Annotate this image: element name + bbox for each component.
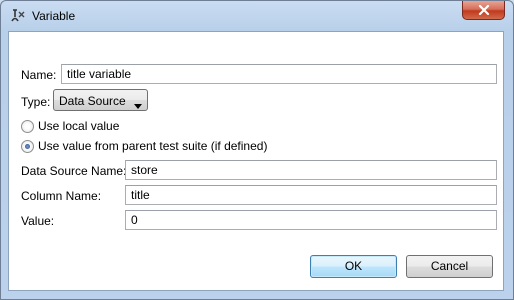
type-select[interactable]: Data Source — [53, 89, 148, 111]
chevron-down-icon — [134, 98, 142, 112]
close-button[interactable] — [462, 1, 505, 20]
value-label: Value: — [21, 214, 55, 228]
radio-selected-dot — [25, 144, 30, 149]
dialog-body: Name: Type: Data Source Use local value … — [8, 31, 504, 291]
value-field[interactable] — [125, 210, 497, 230]
type-label: Type: — [21, 95, 51, 109]
window-title: Variable — [32, 9, 76, 23]
variable-icon — [10, 8, 26, 24]
name-label: Name: — [21, 68, 57, 82]
cancel-button[interactable]: Cancel — [406, 255, 493, 278]
data-source-name-field[interactable] — [125, 160, 497, 180]
column-name-field[interactable] — [125, 185, 497, 205]
data-source-name-label: Data Source Name: — [21, 164, 127, 178]
type-select-value: Data Source — [59, 94, 126, 108]
radio-use-parent[interactable] — [21, 140, 34, 153]
ok-button[interactable]: OK — [310, 255, 397, 278]
dialog-window: Variable Name: Type: Data Source Use loc… — [0, 0, 514, 300]
radio-use-parent-label[interactable]: Use value from parent test suite (if def… — [38, 139, 267, 153]
radio-use-local[interactable] — [21, 120, 34, 133]
title-bar: Variable — [1, 1, 513, 31]
close-icon — [478, 5, 490, 15]
column-name-label: Column Name: — [21, 189, 102, 203]
name-field[interactable] — [61, 64, 497, 84]
radio-use-local-label[interactable]: Use local value — [38, 119, 119, 133]
